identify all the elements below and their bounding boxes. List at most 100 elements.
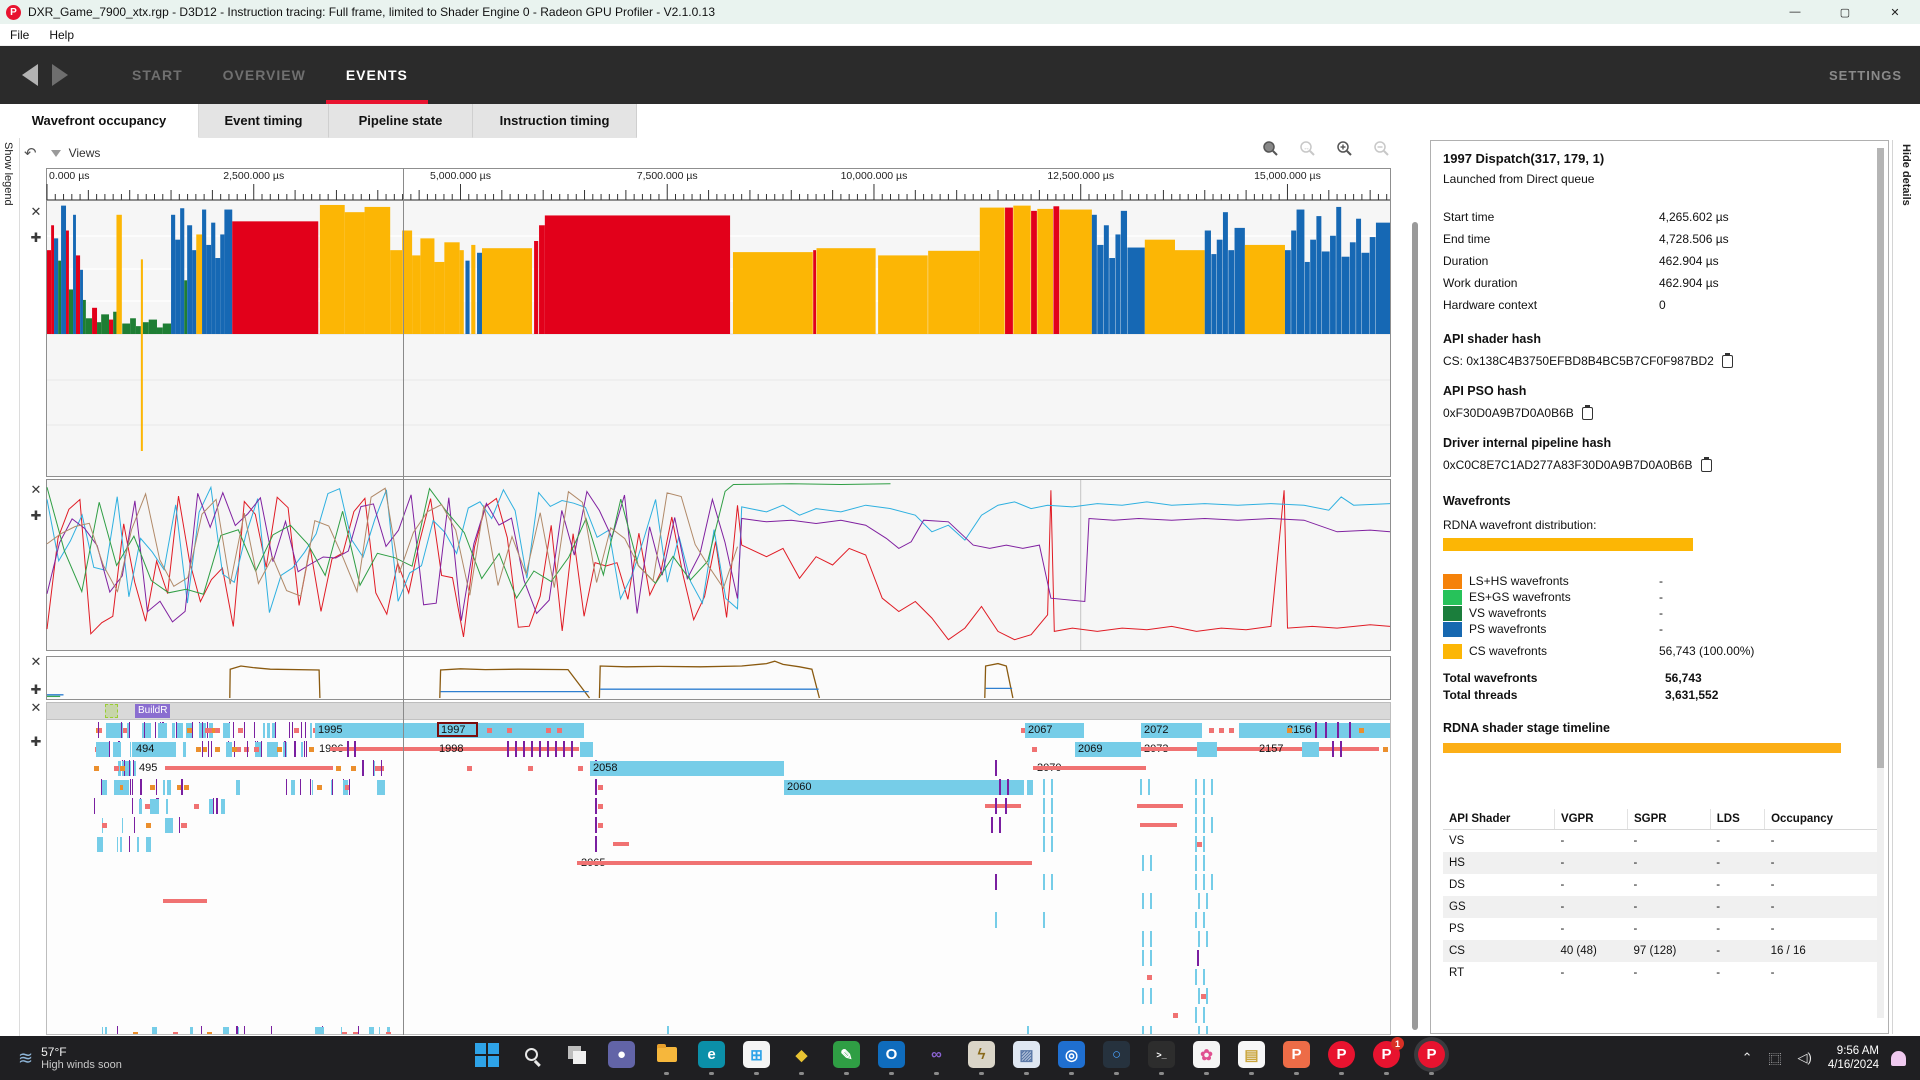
close-view-icon[interactable]: ✕	[28, 204, 44, 220]
store-icon[interactable]: ⊞	[743, 1041, 770, 1068]
copy-icon[interactable]	[1582, 407, 1593, 420]
selected-event-1997[interactable]: 1997	[437, 722, 478, 737]
event-bar-2067[interactable]: 2067	[1025, 723, 1084, 738]
start-icon[interactable]	[473, 1041, 500, 1068]
search-icon[interactable]	[518, 1041, 545, 1068]
col-api-shader[interactable]: API Shader	[1443, 809, 1554, 830]
powerpoint-icon[interactable]: P	[1283, 1041, 1310, 1068]
chevron-down-icon[interactable]	[51, 150, 61, 157]
col-occupancy[interactable]: Occupancy	[1765, 809, 1877, 830]
event-duration-line[interactable]	[613, 842, 629, 846]
menu-file[interactable]: File	[0, 28, 39, 42]
acceleration-structure-marker[interactable]	[105, 704, 118, 718]
volume-icon[interactable]: ◁)	[1798, 1050, 1812, 1066]
event-bar-2060[interactable]: 2060	[784, 780, 1024, 795]
event-bar[interactable]	[1027, 780, 1033, 795]
hide-details-label[interactable]: Hide details	[1900, 144, 1912, 206]
event-bar-2072[interactable]: 2072	[1141, 723, 1202, 738]
rgp-icon-active[interactable]: P	[1418, 1041, 1445, 1068]
file-explorer-icon[interactable]	[653, 1041, 680, 1068]
close-button[interactable]: ✕	[1870, 0, 1920, 24]
close-view-icon[interactable]: ✕	[28, 482, 44, 498]
maximize-button[interactable]: ▢	[1820, 0, 1870, 24]
event-duration-line[interactable]	[1140, 823, 1177, 827]
details-scrollbar[interactable]	[1877, 148, 1884, 1018]
views-dropdown[interactable]: Views	[69, 146, 101, 160]
nav-item-settings[interactable]: SETTINGS	[1829, 68, 1902, 83]
col-vgpr[interactable]: VGPR	[1554, 809, 1627, 830]
event-bar-2069[interactable]: 2069	[1075, 742, 1141, 757]
event-timeline[interactable]: BuildR1995199720672072215649419961998206…	[46, 702, 1391, 1035]
terminal-icon[interactable]: >_	[1148, 1041, 1175, 1068]
counter-chart[interactable]	[46, 656, 1391, 700]
close-view-icon[interactable]: ✕	[28, 654, 44, 670]
browser-icon[interactable]: ○	[1103, 1041, 1130, 1068]
rgp-icon-2[interactable]: P1	[1373, 1041, 1400, 1068]
menu-help[interactable]: Help	[39, 28, 84, 42]
move-view-icon[interactable]: ✚	[28, 682, 44, 698]
occupancy-line-chart[interactable]	[46, 479, 1391, 651]
rgp-icon-1[interactable]: P	[1328, 1041, 1355, 1068]
edge-icon[interactable]: e	[698, 1041, 725, 1068]
move-view-icon[interactable]: ✚	[28, 230, 44, 246]
back-arrow-icon[interactable]	[22, 64, 38, 86]
chat-icon[interactable]: ●	[608, 1041, 635, 1068]
event-duration-line[interactable]	[165, 766, 333, 770]
outlook-icon[interactable]: O	[878, 1041, 905, 1068]
show-legend-label[interactable]: Show legend	[2, 142, 14, 206]
event-buildr[interactable]: BuildR	[135, 704, 170, 718]
copy-icon[interactable]	[1722, 355, 1733, 368]
hide-details-strip[interactable]: Hide details	[1892, 140, 1919, 1034]
tray-expand-icon[interactable]: ⌃	[1742, 1050, 1753, 1066]
event-duration-line[interactable]	[1137, 804, 1183, 808]
tab-instruction-timing[interactable]: Instruction timing	[473, 104, 637, 138]
close-view-icon[interactable]: ✕	[28, 700, 44, 716]
forward-arrow-icon[interactable]	[52, 64, 68, 86]
timeline-scrollbar[interactable]	[1412, 222, 1418, 1030]
tab-wavefront-occupancy[interactable]: Wavefront occupancy	[0, 104, 199, 138]
notification-bell-icon[interactable]	[1891, 1051, 1906, 1066]
event-bar[interactable]	[1197, 742, 1217, 757]
event-bar[interactable]	[580, 742, 593, 757]
zoom-out-icon[interactable]	[1373, 140, 1390, 157]
zoom-reset-icon[interactable]: ↔	[1299, 140, 1316, 157]
undo-icon[interactable]: ↶	[24, 144, 37, 162]
snipping-tool-icon[interactable]: ◆	[788, 1041, 815, 1068]
photo-viewer-icon[interactable]: ▨	[1013, 1041, 1040, 1068]
event-duration-line[interactable]	[577, 861, 1032, 865]
event-label-1998[interactable]: 1998	[439, 742, 463, 757]
move-view-icon[interactable]: ✚	[28, 734, 44, 750]
move-view-icon[interactable]: ✚	[28, 508, 44, 524]
tab-pipeline-state[interactable]: Pipeline state	[329, 104, 473, 138]
zoom-in-icon[interactable]	[1336, 140, 1353, 157]
remote-desktop-icon[interactable]: ϟ	[968, 1041, 995, 1068]
col-sgpr[interactable]: SGPR	[1628, 809, 1711, 830]
weather-widget[interactable]: ≋ 57°F High winds soon	[18, 1045, 122, 1072]
network-icon[interactable]: ⿴	[1768, 1049, 1781, 1068]
event-duration-line[interactable]	[985, 804, 1021, 808]
event-bar-2058[interactable]: 2058	[590, 761, 784, 776]
magnifier-app-icon[interactable]: ◎	[1058, 1041, 1085, 1068]
event-bar[interactable]	[1302, 742, 1319, 757]
notes-icon[interactable]: ▤	[1238, 1041, 1265, 1068]
event-bar-494[interactable]: 494	[133, 742, 176, 757]
nav-item-overview[interactable]: OVERVIEW	[203, 46, 326, 104]
event-label-495[interactable]: 495	[139, 761, 157, 776]
onenote-icon[interactable]: ✎	[833, 1041, 860, 1068]
wavefront-occupancy-chart[interactable]	[46, 200, 1391, 477]
clock[interactable]: 9:56 AM 4/16/2024	[1828, 1044, 1879, 1072]
event-duration-line[interactable]	[163, 899, 207, 903]
time-ruler[interactable]: 0.000 µs2,500.000 µs5,000.000 µs7,500.00…	[46, 168, 1391, 200]
palette-icon[interactable]: ✿	[1193, 1041, 1220, 1068]
copy-icon[interactable]	[1701, 459, 1712, 472]
event-duration-line[interactable]	[1033, 766, 1146, 770]
nav-item-start[interactable]: START	[112, 46, 203, 104]
nav-item-events[interactable]: EVENTS	[326, 46, 428, 104]
zoom-to-selection-icon[interactable]	[1262, 140, 1279, 157]
task-view-icon[interactable]	[563, 1041, 590, 1068]
minimize-button[interactable]: —	[1770, 0, 1820, 24]
visual-studio-icon[interactable]: ∞	[923, 1041, 950, 1068]
col-lds[interactable]: LDS	[1710, 809, 1764, 830]
event-label-2157[interactable]: 2157	[1259, 742, 1283, 757]
tab-event-timing[interactable]: Event timing	[199, 104, 329, 138]
